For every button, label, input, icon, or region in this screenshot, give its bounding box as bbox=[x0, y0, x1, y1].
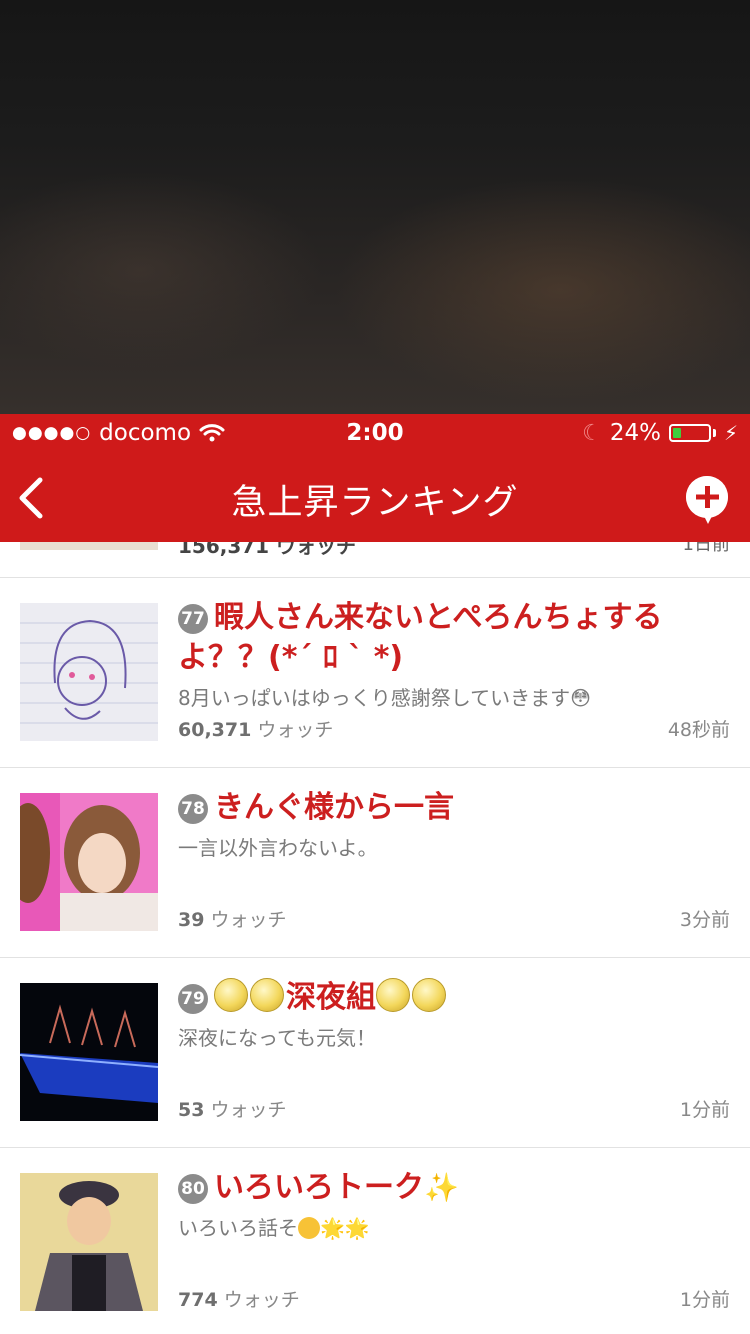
updated-time: 3分前 bbox=[679, 909, 730, 931]
battery-tip bbox=[712, 429, 716, 437]
updated-time: 1分前 bbox=[679, 1099, 730, 1121]
list-item[interactable]: 77 暇人さん来ないとぺろんちょするよ？？(*´ ﾛ ` *) 8月いっぱいはゆっ… bbox=[0, 578, 750, 768]
room-title: 77 暇人さん来ないとぺろんちょするよ？？(*´ ﾛ ` *) bbox=[178, 598, 698, 678]
page-title: 急上昇ランキング bbox=[231, 483, 519, 523]
coin-emoji-icon bbox=[250, 978, 284, 1012]
rank-badge: 79 bbox=[178, 984, 208, 1014]
watch-count: 39 ウォッチ bbox=[178, 905, 287, 932]
room-title-text: 暇人さん来ないとぺろんちょするよ？？(*´ ﾛ ` *) bbox=[178, 600, 663, 675]
rank-badge: 78 bbox=[178, 794, 208, 824]
room-title-text: いろいろトーク bbox=[214, 1170, 424, 1205]
watch-label: ウォッチ bbox=[210, 1099, 287, 1121]
watch-number: 39 bbox=[178, 909, 205, 931]
room-title-text: 深夜組 bbox=[286, 980, 376, 1015]
sparkle-emoji-icon: ✨ bbox=[424, 1171, 459, 1204]
coin-emoji-icon bbox=[214, 978, 248, 1012]
status-bar: ●●●●○ docomo 2:00 ☾ 24% ⚡ bbox=[0, 414, 750, 454]
room-description: いろいろ話そ 🌟🌟 bbox=[178, 1212, 370, 1241]
blurred-background bbox=[0, 0, 750, 414]
watch-number: 53 bbox=[178, 1099, 205, 1121]
room-title: 78 きんぐ様から一言 bbox=[178, 788, 698, 828]
photo-image bbox=[20, 793, 158, 931]
person-image bbox=[20, 1173, 158, 1311]
updated-time: 1日前 bbox=[682, 542, 730, 555]
room-description: 8月いっぱいはゆっくり感謝祭していきます😳 bbox=[178, 686, 591, 710]
battery-percent: 24% bbox=[609, 420, 661, 446]
add-chat-icon bbox=[686, 476, 728, 524]
room-thumbnail bbox=[20, 793, 158, 931]
room-title: 80 いろいろトーク✨ bbox=[178, 1168, 698, 1208]
rank-badge: 80 bbox=[178, 1174, 208, 1204]
watch-count: 156,371 ウォッチ bbox=[178, 542, 357, 558]
watch-count: 60,371 ウォッチ bbox=[178, 715, 333, 742]
room-description: 一言以外言わないよ。 bbox=[178, 836, 378, 860]
room-description: 深夜になっても元気！ bbox=[178, 1026, 376, 1050]
smile-emoji-icon bbox=[298, 1217, 320, 1239]
list-item-partial[interactable]: 156,371 ウォッチ 1日前 bbox=[0, 542, 750, 578]
rank-badge: 77 bbox=[178, 604, 208, 634]
charging-bolt-icon: ⚡ bbox=[723, 421, 738, 445]
updated-time: 1分前 bbox=[679, 1289, 730, 1311]
room-title: 79 深夜組 bbox=[178, 978, 698, 1018]
watch-number: 774 bbox=[178, 1289, 218, 1311]
star-emoji-icon: 🌟🌟 bbox=[320, 1216, 370, 1240]
watch-label: ウォッチ bbox=[257, 719, 334, 741]
illumination-image bbox=[20, 983, 158, 1121]
watch-number: 60,371 bbox=[178, 719, 252, 741]
watch-label: ウォッチ bbox=[223, 1289, 300, 1311]
navigation-bar: 急上昇ランキング bbox=[0, 454, 750, 542]
coin-emoji-icon bbox=[412, 978, 446, 1012]
add-room-button[interactable] bbox=[686, 476, 728, 524]
updated-time: 48秒前 bbox=[667, 719, 730, 741]
battery-icon bbox=[668, 424, 711, 442]
room-thumbnail bbox=[20, 542, 158, 550]
list-item[interactable]: 78 きんぐ様から一言 一言以外言わないよ。 39 ウォッチ 3分前 bbox=[0, 768, 750, 958]
list-item[interactable]: 79 深夜組 深夜になっても元気！ 53 ウォッチ 1分前 bbox=[0, 958, 750, 1148]
ranking-list: 156,371 ウォッチ 1日前 77 暇人さん来ないとぺろんちょするよ？？(*´… bbox=[0, 542, 750, 1334]
list-item[interactable]: 80 いろいろトーク✨ いろいろ話そ 🌟🌟 774 ウォッチ 1分前 bbox=[0, 1148, 750, 1334]
room-thumbnail bbox=[20, 1173, 158, 1311]
watch-label: ウォッチ bbox=[210, 909, 287, 931]
room-title-text: きんぐ様から一言 bbox=[214, 790, 454, 825]
room-thumbnail bbox=[20, 603, 158, 741]
description-text: いろいろ話そ bbox=[178, 1216, 298, 1240]
coin-emoji-icon bbox=[376, 978, 410, 1012]
sketch-image bbox=[20, 603, 158, 741]
watch-count: 53 ウォッチ bbox=[178, 1095, 287, 1122]
watch-count: 774 ウォッチ bbox=[178, 1285, 300, 1312]
room-thumbnail bbox=[20, 983, 158, 1121]
battery-level bbox=[672, 428, 681, 438]
moon-icon: ☾ bbox=[582, 420, 602, 446]
